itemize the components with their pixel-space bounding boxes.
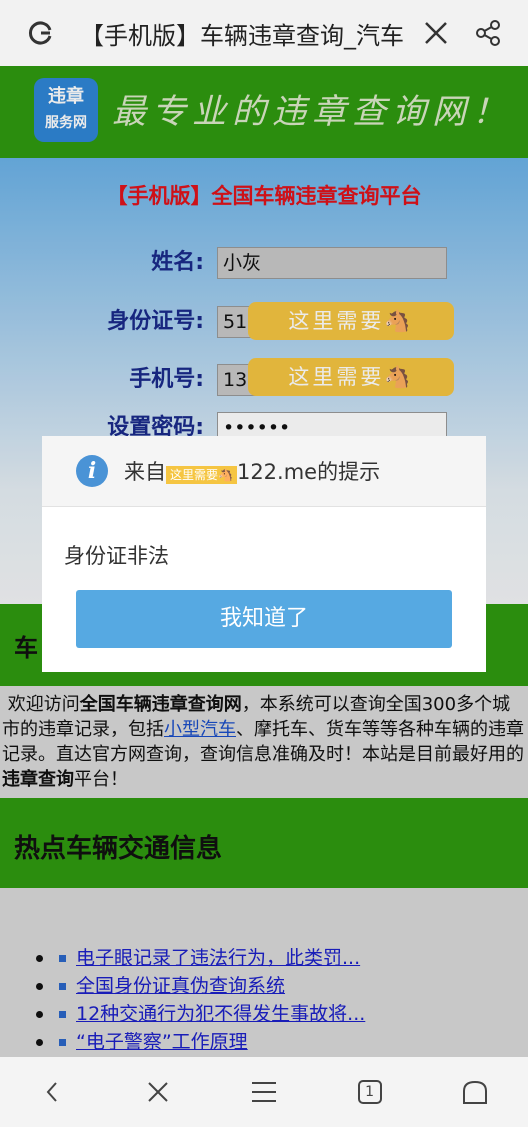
tabs-count: 1 — [365, 1084, 375, 1100]
dialog-title-suffix: 122.me的提示 — [236, 460, 381, 484]
back-icon[interactable] — [23, 1067, 83, 1117]
menu-icon[interactable] — [234, 1067, 294, 1117]
dialog-title-prefix: 来自 — [124, 460, 166, 484]
share-icon[interactable] — [470, 15, 506, 51]
ok-button[interactable]: 我知道了 — [76, 590, 452, 648]
dialog-title: 来自 这里需要🐴 122.me的提示 — [124, 456, 380, 486]
close-icon[interactable] — [128, 1067, 188, 1117]
dialog-header: i 来自 这里需要🐴 122.me的提示 — [42, 436, 486, 507]
browser-bottom-nav: 1 — [0, 1057, 528, 1127]
dialog-sticker: 这里需要🐴 — [166, 466, 237, 484]
search-engine-icon[interactable] — [22, 14, 60, 52]
tabs-icon[interactable]: 1 — [340, 1067, 400, 1117]
info-icon: i — [76, 455, 108, 487]
dialog-message: 身份证非法 — [64, 544, 169, 568]
browser-top-bar: 【手机版】车辆违章查询_汽车 — [0, 0, 528, 66]
tab-title[interactable]: 【手机版】车辆违章查询_汽车 — [80, 16, 418, 51]
alert-dialog: i 来自 这里需要🐴 122.me的提示 身份证非法 我知道了 — [42, 436, 486, 672]
home-icon[interactable] — [445, 1067, 505, 1117]
close-icon[interactable] — [418, 15, 454, 51]
